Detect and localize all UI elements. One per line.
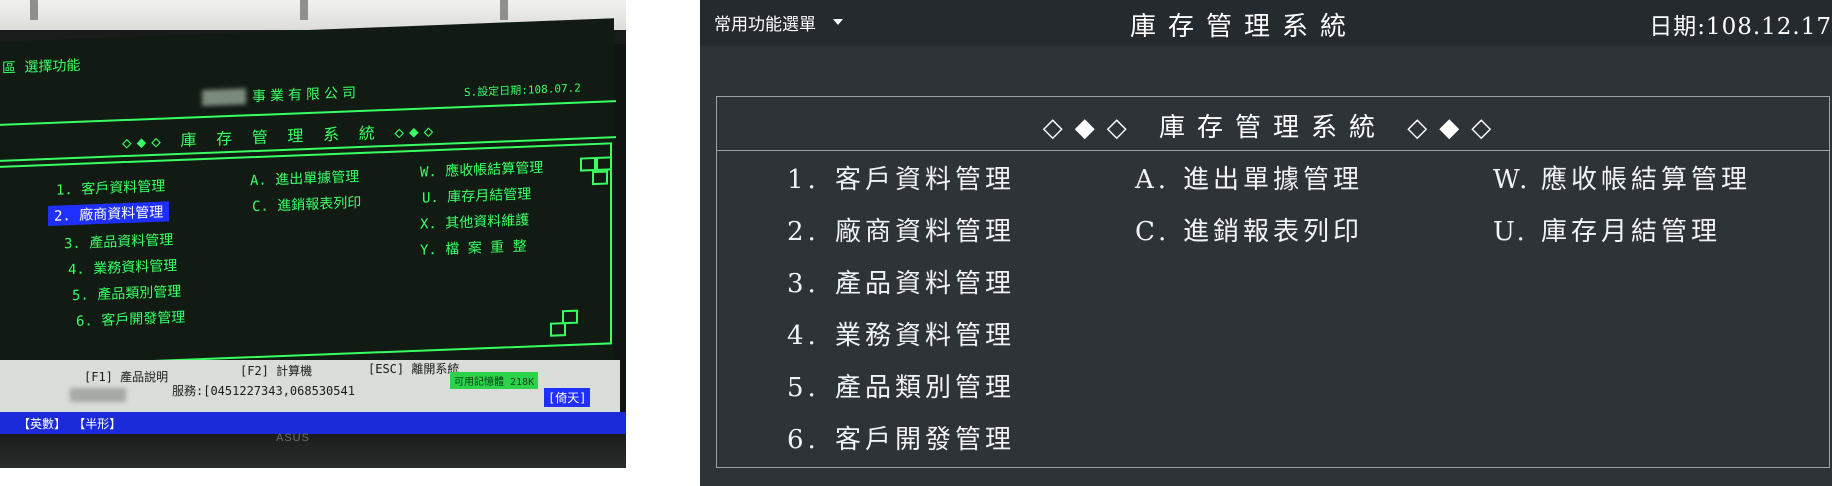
screen-company: 事業有限公司 <box>252 85 360 106</box>
redacted-account <box>70 388 126 402</box>
quick-menu-label: 常用功能選單 <box>714 15 816 35</box>
day-badge: [倚天] <box>544 388 591 407</box>
menu-item-label: 客戶資料管理 <box>835 165 1016 195</box>
screen-set-date: S.設定日期:108.07.2 <box>464 81 581 100</box>
monitor-brand-logo: ASUS <box>276 432 310 444</box>
memory-badge: 可用記憶體 218K <box>450 372 539 389</box>
main-menu-panel: ◇◆◇ 庫存管理系統 ◇◆◇ 1. 客戶資料管理 2. 廠商資料管理 3. 產品資料管… <box>716 96 1830 468</box>
menu-item-key: 3. <box>787 269 820 299</box>
ime-status: 【英數】 【半形】 <box>18 417 122 431</box>
screen-col1-item[interactable]: 3. 產品資料管理 <box>64 229 173 253</box>
menu-item-label: 業務資料管理 <box>835 321 1016 351</box>
photo-pole <box>300 0 308 20</box>
date-display: 日期:108.12.17 <box>1649 14 1832 40</box>
redacted-company-name <box>202 88 246 107</box>
menu-item-product-category[interactable]: 5. 產品類別管理 <box>787 367 1015 404</box>
serial-text: 服務:[0451227343,068530541 <box>172 384 355 398</box>
menu-item-vendor-data[interactable]: 2. 廠商資料管理 <box>787 211 1015 248</box>
f1-hint: [F1] 產品說明 <box>84 370 169 384</box>
menu-item-label: 進出單據管理 <box>1183 165 1364 195</box>
menu-item-product-data[interactable]: 3. 產品資料管理 <box>787 263 1015 300</box>
photo-pole <box>500 0 508 20</box>
quick-menu-dropdown[interactable]: 常用功能選單 <box>714 10 844 35</box>
esc-hint: [ESC] 離開系統 <box>368 362 460 376</box>
menu-item-key: A. <box>1135 165 1171 195</box>
ime-status-strip: 【英數】 【半形】 <box>0 412 626 434</box>
menu-item-label: 產品資料管理 <box>835 269 1016 299</box>
f2-hint: [F2] 計算機 <box>240 364 313 378</box>
screen-col1-item[interactable]: 5. 產品類別管理 <box>72 281 181 305</box>
screen-col3-item[interactable]: Y. 檔 案 重 整 <box>420 236 527 260</box>
menu-item-customer-data[interactable]: 1. 客戶資料管理 <box>787 159 1015 196</box>
top-bar: 常用功能選單 庫存管理系統 日期:108.12.17 <box>700 0 1832 46</box>
menu-item-customer-development[interactable]: 6. 客戶開發管理 <box>787 419 1015 456</box>
screen-col1-item[interactable]: 6. 客戶開發管理 <box>76 307 185 331</box>
menu-item-label: 應收帳結算管理 <box>1541 165 1752 195</box>
menu-item-documents[interactable]: A. 進出單據管理 <box>1135 159 1363 196</box>
menu-item-key: 5. <box>787 373 820 403</box>
system-title: 庫存管理系統 <box>1130 12 1359 42</box>
menu-item-key: 2. <box>787 217 820 247</box>
screen-col3-item[interactable]: X. 其他資料維護 <box>420 210 529 234</box>
legacy-screen-photo: 區 選擇功能 事業有限公司 S.設定日期:108.07.2 ◇◆◇ 庫 存 管 … <box>0 0 626 468</box>
screen-col2-item[interactable]: C. 進銷報表列印 <box>252 192 361 216</box>
menu-item-key: 6. <box>787 425 820 455</box>
screen-col1-item[interactable]: 1. 客戶資料管理 <box>56 175 165 199</box>
menu-item-label: 客戶開發管理 <box>835 425 1016 455</box>
photo-pole <box>30 0 38 20</box>
menu-item-receivables[interactable]: W. 應收帳結算管理 <box>1493 159 1751 196</box>
inventory-system-window: 常用功能選單 庫存管理系統 日期:108.12.17 ◇◆◇ 庫存管理系統 ◇◆… <box>700 0 1832 486</box>
menu-item-key: U. <box>1493 217 1529 247</box>
screen-corner-box <box>550 322 566 337</box>
screen-col3-item[interactable]: U. 庫存月結管理 <box>422 183 531 207</box>
screen-col1-item[interactable]: 4. 業務資料管理 <box>68 255 177 279</box>
screen-col2-item[interactable]: A. 進出單據管理 <box>250 166 359 190</box>
menu-item-key: 1. <box>787 165 820 195</box>
comparison-view: 區 選擇功能 事業有限公司 S.設定日期:108.07.2 ◇◆◇ 庫 存 管 … <box>0 0 1832 486</box>
screen-corner-box <box>596 156 612 171</box>
screen-corner-box <box>592 170 608 186</box>
chevron-down-icon <box>833 19 844 25</box>
monitor-base <box>0 434 626 468</box>
menu-item-label: 進銷報表列印 <box>1183 217 1364 247</box>
menu-item-label: 廠商資料管理 <box>835 217 1016 247</box>
screen-corner-box <box>580 156 596 172</box>
panel-header: ◇◆◇ 庫存管理系統 ◇◆◇ <box>717 97 1829 151</box>
menu-item-label: 庫存月結管理 <box>1541 217 1722 247</box>
screen-status-bar: [F1] 產品說明 [F2] 計算機 [ESC] 離開系統 服務:[045122… <box>0 360 620 412</box>
screen-header-left: 區 選擇功能 <box>2 57 81 77</box>
panel-title: ◇◆◇ 庫存管理系統 ◇◆◇ <box>1042 113 1504 143</box>
menu-item-key: W. <box>1493 165 1532 195</box>
menu-item-label: 產品類別管理 <box>835 373 1016 403</box>
screen-menu-title: ◇◆◇ 庫 存 管 理 系 統 ◇◆◇ <box>122 121 439 153</box>
menu-item-monthly-close[interactable]: U. 庫存月結管理 <box>1493 211 1721 248</box>
menu-item-sales-data[interactable]: 4. 業務資料管理 <box>787 315 1015 352</box>
menu-item-key: 4. <box>787 321 820 351</box>
menu-item-key: C. <box>1135 217 1171 247</box>
menu-item-reports[interactable]: C. 進銷報表列印 <box>1135 211 1363 248</box>
